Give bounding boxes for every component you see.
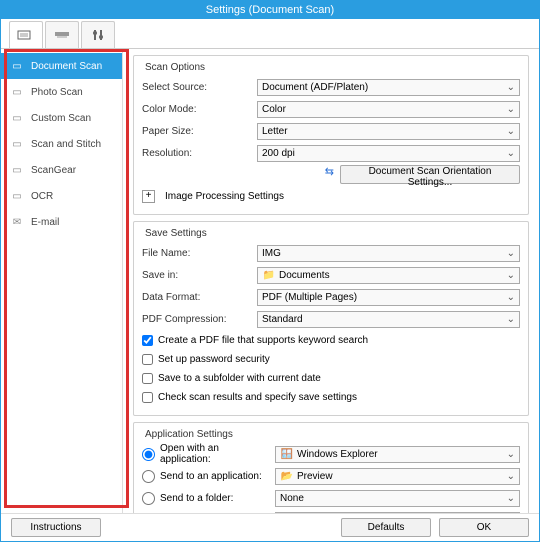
orientation-settings-button[interactable]: Document Scan Orientation Settings... [340,165,520,184]
sidebar-item-label: Custom Scan [31,113,91,124]
sidebar-item-photo-scan[interactable]: ▭ Photo Scan [1,79,122,105]
send-to-app-radio[interactable] [142,470,155,483]
open-with-app-radio[interactable] [142,448,155,461]
save-settings-legend: Save Settings [142,228,210,239]
password-security-label: Set up password security [158,354,270,365]
subfolder-date-label: Save to a subfolder with current date [158,373,321,384]
pdf-compression-dropdown[interactable]: Standard [257,311,520,328]
top-tabbar [1,19,539,49]
defaults-button[interactable]: Defaults [341,518,431,537]
sidebar-item-custom-scan[interactable]: ▭ Custom Scan [1,105,122,131]
sidebar-item-label: ScanGear [31,165,76,176]
open-with-app-label: Open with an application: [160,443,270,465]
pdf-compression-label: PDF Compression: [142,314,257,325]
custom-icon: ▭ [9,111,25,125]
tab-scan-from-computer[interactable] [9,21,43,48]
application-settings-legend: Application Settings [142,429,236,440]
scan-options-group: Scan Options Select Source:Document (ADF… [133,55,529,215]
paper-size-label: Paper Size: [142,126,257,137]
keyword-search-label: Create a PDF file that supports keyword … [158,335,368,346]
paper-size-dropdown[interactable]: Letter [257,123,520,140]
folder-icon [262,270,276,281]
subfolder-date-checkbox[interactable] [142,373,153,384]
sidebar-item-document-scan[interactable]: ▭ Document Scan [1,53,122,79]
instructions-button[interactable]: Instructions [11,518,101,537]
resolution-dropdown[interactable]: 200 dpi [257,145,520,162]
ok-button[interactable]: OK [439,518,529,537]
color-mode-label: Color Mode: [142,104,257,115]
send-to-app-dropdown[interactable]: Preview [275,468,520,485]
tab-scan-from-panel[interactable] [45,21,79,48]
select-source-label: Select Source: [142,82,257,93]
check-results-checkbox[interactable] [142,392,153,403]
scan-options-legend: Scan Options [142,62,208,73]
tab-general-settings[interactable] [81,21,115,48]
title-bar: Settings (Document Scan) [1,1,539,19]
sidebar-item-label: OCR [31,191,53,202]
data-format-label: Data Format: [142,292,257,303]
resolution-label: Resolution: [142,148,257,159]
stitch-icon: ▭ [9,137,25,151]
email-icon: ✉ [9,215,25,229]
send-to-folder-radio[interactable] [142,492,155,505]
sidebar-item-label: Scan and Stitch [31,139,101,150]
sidebar-item-email[interactable]: ✉ E-mail [1,209,122,235]
content-pane: Scan Options Select Source:Document (ADF… [123,49,539,513]
sidebar: ▭Document Scan ▭Photo Scan ▭Custom Scan … [1,49,123,513]
app-icon [280,471,294,482]
sidebar-item-scangear[interactable]: ▭ ScanGear [1,157,122,183]
check-results-label: Check scan results and specify save sett… [158,392,357,403]
sidebar-item-label: Photo Scan [31,87,83,98]
save-in-dropdown[interactable]: Documents [257,267,520,284]
password-security-checkbox[interactable] [142,354,153,365]
settings-window: Settings (Document Scan) ▭ Document Scan … [0,0,540,542]
footer: Instructions Defaults OK [1,513,539,541]
file-name-input[interactable]: IMG [257,245,520,262]
sidebar-item-ocr[interactable]: ▭ OCR [1,183,122,209]
data-format-dropdown[interactable]: PDF (Multiple Pages) [257,289,520,306]
document-icon: ▭ [9,59,25,73]
file-name-label: File Name: [142,248,257,259]
send-to-app-label: Send to an application: [160,471,270,482]
save-in-label: Save in: [142,270,257,281]
send-to-folder-dropdown[interactable]: None [275,490,520,507]
windows-icon [280,449,294,460]
expand-image-processing[interactable]: + [142,190,155,203]
sidebar-item-label: E-mail [31,217,59,228]
photo-icon: ▭ [9,85,25,99]
save-settings-group: Save Settings File Name:IMG Save in:Docu… [133,221,529,416]
color-mode-dropdown[interactable]: Color [257,101,520,118]
keyword-search-checkbox[interactable] [142,335,153,346]
open-with-app-dropdown[interactable]: Windows Explorer [275,446,520,463]
reset-icon[interactable]: ⇆ [325,165,334,184]
select-source-dropdown[interactable]: Document (ADF/Platen) [257,79,520,96]
application-settings-group: Application Settings Open with an applic… [133,422,529,513]
attach-email-dropdown[interactable]: None (Attach Manually) [275,512,520,514]
sidebar-item-label: Document Scan [31,61,102,72]
image-processing-label: Image Processing Settings [165,191,284,202]
scangear-icon: ▭ [9,163,25,177]
sidebar-item-scan-and-stitch[interactable]: ▭ Scan and Stitch [1,131,122,157]
send-to-folder-label: Send to a folder: [160,493,270,504]
ocr-icon: ▭ [9,189,25,203]
